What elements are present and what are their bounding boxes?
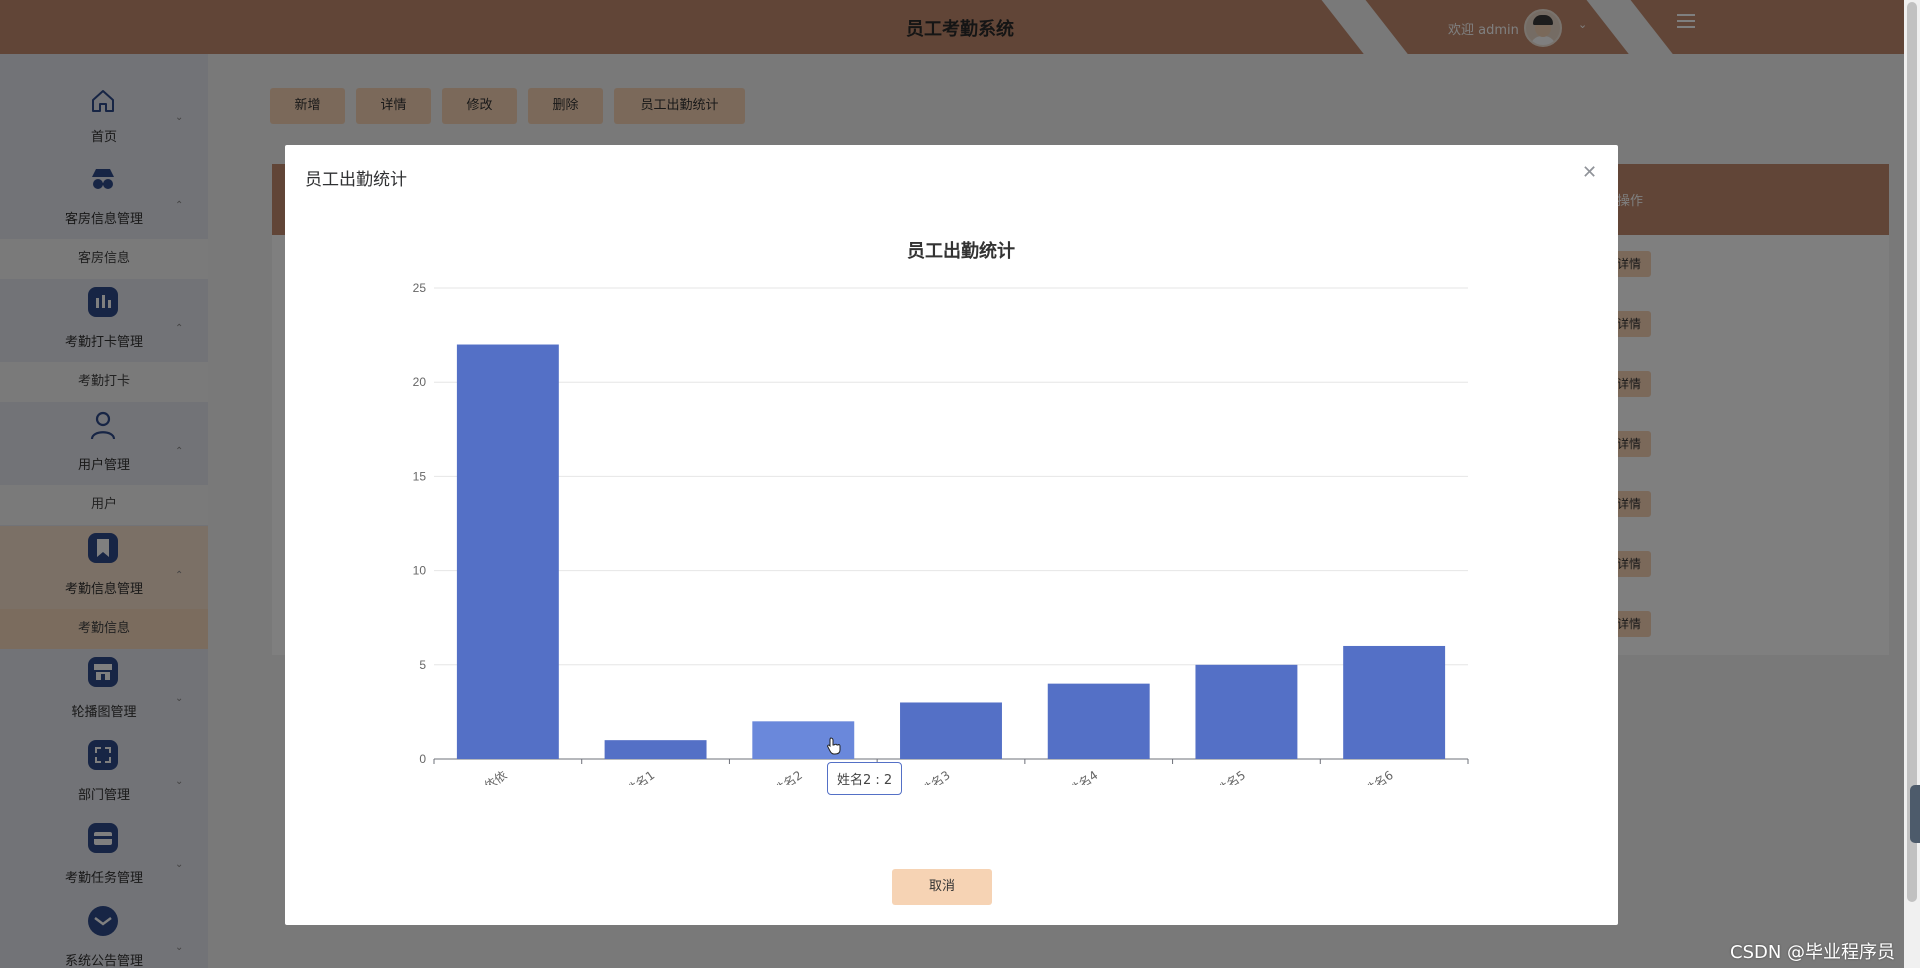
bar-姓名4 (1047, 683, 1150, 759)
bar-姓名1 (604, 740, 707, 759)
cancel-button[interactable]: 取消 (892, 869, 992, 905)
x-tick-label: 依依 (481, 767, 509, 785)
y-tick-label: 0 (419, 752, 426, 766)
x-tick-label: 姓名1 (623, 767, 658, 785)
x-tick-label: 姓名4 (1066, 767, 1101, 785)
x-tick-label: 姓名2 (770, 767, 805, 785)
dialog-title: 员工出勤统计 (305, 170, 407, 190)
chart-tooltip: 姓名2 : 2 (827, 762, 903, 795)
x-tick-label: 姓名3 (918, 767, 953, 785)
scrollbar-thumb[interactable] (1907, 2, 1917, 902)
chart-title: 员工出勤统计 (907, 240, 1015, 261)
chart-container: 员工出勤统计 0 5 10 15 20 25 依依 姓名1 姓名2 姓名3 姓名4 姓名5 姓名6 (285, 225, 1618, 798)
attendance-stats-dialog: 员工出勤统计 ✕ 员工出勤统计 0 5 10 15 20 25 依依 姓名1 姓名2 姓名3 姓名4 姓… (285, 145, 1618, 925)
side-panel-handle[interactable] (1910, 785, 1920, 843)
bar-依依 (456, 344, 559, 759)
y-tick-label: 10 (413, 564, 427, 578)
watermark: CSDN @毕业程序员 (1730, 942, 1896, 963)
y-tick-label: 5 (419, 658, 426, 672)
bar-姓名3 (900, 702, 1002, 759)
bar-姓名5 (1195, 664, 1298, 759)
x-tick-label: 姓名5 (1214, 767, 1249, 785)
y-tick-label: 25 (413, 281, 427, 295)
x-tick-label: 姓名6 (1361, 767, 1396, 785)
hand-cursor-icon (827, 737, 841, 755)
y-tick-label: 15 (413, 469, 427, 483)
bar-chart: 员工出勤统计 0 5 10 15 20 25 依依 姓名1 姓名2 姓名3 姓名4 姓名5 姓名6 (413, 240, 1469, 798)
close-icon[interactable]: ✕ (1582, 162, 1597, 183)
y-tick-label: 20 (413, 375, 427, 389)
bar-姓名6 (1343, 645, 1446, 759)
